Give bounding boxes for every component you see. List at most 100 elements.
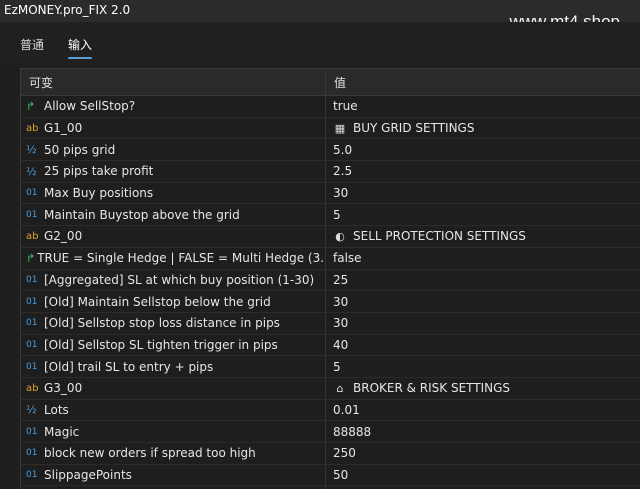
- table-row[interactable]: 01 Magic 88888: [21, 421, 640, 443]
- variable-value: 30: [333, 186, 349, 201]
- table-row[interactable]: ab G1_00 ▦ BUY GRID SETTINGS: [21, 117, 640, 140]
- table-row[interactable]: 01 [Aggregated] SL at which buy position …: [21, 269, 640, 292]
- value-cell[interactable]: 250: [326, 446, 356, 460]
- table-row[interactable]: 01 block new orders if spread too high 250: [21, 443, 640, 465]
- variable-value: 88888: [333, 424, 372, 439]
- int-type-icon: 01: [26, 339, 38, 350]
- table-body: ↱ Allow SellStop? true ab G1_00 ▦ BUY GRID SET…: [21, 96, 640, 489]
- variable-cell: 01 SlippagePoints: [21, 464, 326, 486]
- int-type-icon: 01: [26, 448, 38, 459]
- variable-value: BUY GRID SETTINGS: [353, 121, 475, 136]
- double-type-icon: ½: [26, 403, 37, 417]
- variable-value: 5: [333, 359, 341, 374]
- tab-inputs-label: 输入: [68, 38, 93, 52]
- value-cell[interactable]: 88888: [326, 425, 371, 439]
- table-row[interactable]: ½ 25 pips take profit 2.5: [21, 161, 640, 183]
- variable-cell: 01 [Aggregated] SL at which buy position …: [21, 269, 326, 291]
- int-type-icon: 01: [26, 426, 38, 437]
- variable-name: G3_00: [44, 381, 83, 396]
- variable-cell: ↱ TRUE = Single Hedge | FALSE = Multi Hed…: [21, 247, 326, 269]
- variable-cell: ½ Lots: [21, 399, 326, 421]
- table-row[interactable]: 01 Max Buy positions 30: [21, 182, 640, 205]
- variable-value: 40: [333, 337, 349, 352]
- tab-common[interactable]: 普通: [20, 36, 44, 53]
- variable-cell: 01 [Old] Sellstop SL tighten trigger in p…: [21, 334, 326, 356]
- table-row[interactable]: 01 [Old] Sellstop stop loss distance in p…: [21, 312, 640, 335]
- variable-name: block new orders if spread too high: [44, 446, 256, 461]
- value-cell[interactable]: true: [326, 99, 358, 113]
- double-type-icon: ½: [26, 164, 37, 178]
- int-type-icon: 01: [26, 209, 38, 220]
- value-cell[interactable]: ◐ SELL PROTECTION SETTINGS: [326, 229, 526, 243]
- variable-value: 5: [333, 207, 341, 222]
- variable-cell: ab G1_00: [21, 117, 326, 139]
- grid-icon: ▦: [334, 121, 346, 135]
- value-cell[interactable]: 30: [326, 295, 348, 309]
- value-cell[interactable]: 40: [326, 338, 348, 352]
- string-type-icon: ab: [26, 382, 39, 394]
- value-cell[interactable]: false: [326, 251, 362, 265]
- variable-cell: ab G2_00: [21, 226, 326, 247]
- variable-name: Maintain Buystop above the grid: [44, 207, 240, 222]
- table-row[interactable]: 01 [Old] Maintain Sellstop below the grid…: [21, 291, 640, 313]
- variable-cell: 01 [Old] Maintain Sellstop below the grid: [21, 291, 326, 312]
- int-type-icon: 01: [26, 296, 38, 307]
- value-cell[interactable]: ▦ BUY GRID SETTINGS: [326, 121, 475, 136]
- window-title: EzMONEY.pro_FIX 2.0: [4, 3, 131, 17]
- value-cell[interactable]: 0.01: [326, 403, 360, 417]
- table-row[interactable]: 01 SlippagePoints 50: [21, 464, 640, 487]
- column-header-variable[interactable]: 可变: [21, 69, 326, 95]
- variable-cell: 01 Maintain Buystop above the grid: [21, 204, 326, 226]
- value-cell[interactable]: 2.5: [326, 164, 352, 178]
- value-cell[interactable]: 30: [326, 186, 348, 200]
- variable-name: 50 pips grid: [44, 142, 116, 157]
- value-cell[interactable]: 30: [326, 316, 348, 330]
- variable-value: 30: [333, 316, 349, 331]
- int-type-icon: 01: [26, 188, 38, 199]
- variable-cell: 01 [Old] Sellstop stop loss distance in p…: [21, 312, 326, 334]
- table-row[interactable]: ab G2_00 ◐ SELL PROTECTION SETTINGS: [21, 226, 640, 248]
- value-cell[interactable]: ⌂ BROKER & RISK SETTINGS: [326, 381, 511, 395]
- variable-value: 5.0: [333, 142, 353, 157]
- value-cell[interactable]: 5: [326, 208, 341, 222]
- variable-value: SELL PROTECTION SETTINGS: [353, 229, 526, 244]
- value-cell[interactable]: 5: [326, 360, 341, 374]
- variable-name: G2_00: [44, 229, 83, 244]
- column-header-value[interactable]: 值: [326, 74, 346, 91]
- variable-value: true: [333, 99, 358, 114]
- tab-inputs[interactable]: 输入: [68, 36, 93, 59]
- table-row[interactable]: ½ Lots 0.01: [21, 399, 640, 422]
- variable-value: 2.5: [333, 164, 353, 179]
- string-type-icon: ab: [26, 122, 39, 134]
- variable-name: Allow SellStop?: [44, 99, 136, 114]
- shield-icon: ◐: [335, 229, 345, 243]
- table-row[interactable]: 01 [Old] trail SL to entry + pips 5: [21, 356, 640, 378]
- table-row[interactable]: ↱ Allow SellStop? true: [21, 96, 640, 118]
- table-row[interactable]: ½ 50 pips grid 5.0: [21, 139, 640, 162]
- table-row[interactable]: ab G3_00 ⌂ BROKER & RISK SETTINGS: [21, 377, 640, 400]
- variable-value: 0.01: [333, 402, 360, 417]
- variable-cell: ½ 50 pips grid: [21, 139, 326, 161]
- tab-bar: 普通 输入: [0, 22, 640, 62]
- table-row[interactable]: 01 [Old] Sellstop SL tighten trigger in p…: [21, 334, 640, 357]
- int-type-icon: 01: [26, 470, 38, 481]
- variable-value: 30: [333, 294, 349, 309]
- variable-name: [Aggregated] SL at which buy position (1…: [44, 272, 315, 287]
- bool-type-icon: ↱: [26, 251, 36, 265]
- table-row[interactable]: 01 Maintain Buystop above the grid 5: [21, 204, 640, 227]
- double-type-icon: ½: [26, 143, 37, 157]
- variable-cell: 01 [Old] trail SL to entry + pips: [21, 356, 326, 377]
- value-cell[interactable]: 5.0: [326, 143, 352, 157]
- variable-cell: ab G3_00: [21, 377, 326, 399]
- variable-name: TRUE = Single Hedge | FALSE = Multi Hedg…: [37, 251, 326, 266]
- variable-value: false: [333, 251, 362, 266]
- variable-cell: 01 Magic: [21, 421, 326, 442]
- int-type-icon: 01: [26, 274, 38, 285]
- variable-name: 25 pips take profit: [44, 164, 154, 179]
- int-type-icon: 01: [26, 318, 38, 329]
- variable-name: [Old] Sellstop stop loss distance in pip…: [44, 316, 280, 331]
- variable-name: [Old] Sellstop SL tighten trigger in pip…: [44, 337, 278, 352]
- value-cell[interactable]: 25: [326, 273, 348, 287]
- table-row[interactable]: ↱ TRUE = Single Hedge | FALSE = Multi Hed…: [21, 247, 640, 270]
- variable-value: 25: [333, 272, 349, 287]
